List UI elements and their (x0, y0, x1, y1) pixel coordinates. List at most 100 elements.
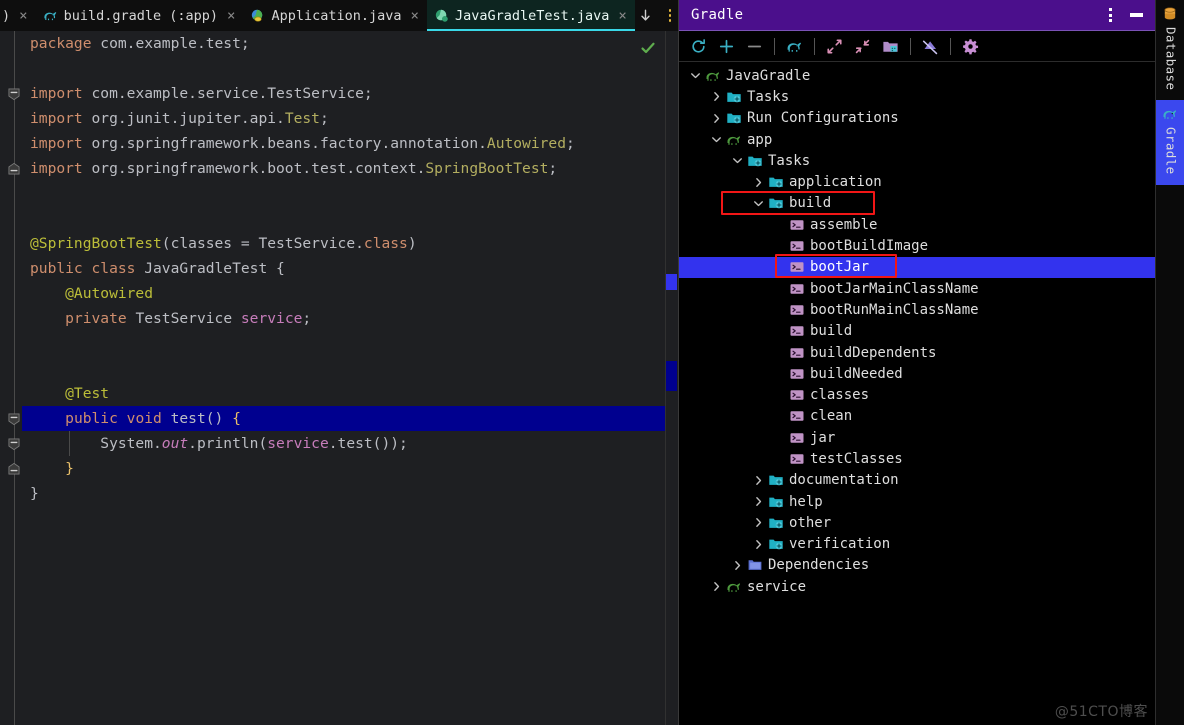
editor-tab-build-gradle-app[interactable]: build.gradle (:app)× (36, 0, 244, 31)
close-icon[interactable]: × (411, 9, 419, 23)
tree-item-assemble[interactable]: assemble (679, 214, 1155, 235)
code-token: out (162, 435, 188, 452)
tree-item-bootbuildimage[interactable]: bootBuildImage (679, 235, 1155, 256)
code-line[interactable]: } (22, 456, 678, 481)
execute-gradle-task-button[interactable] (781, 33, 808, 59)
gradle-options-kebab-button[interactable] (1097, 2, 1123, 28)
tree-item-build[interactable]: build (679, 193, 1155, 214)
chevron-right-icon[interactable] (708, 110, 724, 126)
tool-strip-button-gradle[interactable]: Gradle (1156, 100, 1184, 185)
code-line[interactable]: import com.example.service.TestService; (22, 81, 678, 106)
fold-start-marker[interactable] (6, 86, 21, 101)
gradle-project-tree[interactable]: JavaGradleTasksRun ConfigurationsappTask… (679, 62, 1155, 725)
tree-item-builddependents[interactable]: buildDependents (679, 342, 1155, 363)
tool-strip-label: Gradle (1164, 127, 1177, 175)
editor-tab-application-java[interactable]: Application.java× (243, 0, 426, 31)
tree-item-application[interactable]: application (679, 171, 1155, 192)
tab-options-kebab-button[interactable] (659, 3, 678, 29)
expand-all-button[interactable] (821, 33, 848, 59)
chevron-down-icon[interactable] (729, 153, 745, 169)
tree-item-label: bootJarMainClassName (810, 282, 979, 296)
arrow-down-icon (638, 8, 653, 23)
chevron-right-icon[interactable] (729, 557, 745, 573)
code-line[interactable] (22, 56, 678, 81)
toggle-offline-mode-plug-button[interactable] (917, 33, 944, 59)
gradle-settings-button[interactable] (957, 33, 984, 59)
code-line[interactable] (22, 181, 678, 206)
editor-gutter[interactable] (0, 31, 22, 725)
chevron-right-icon[interactable] (750, 472, 766, 488)
chevron-down-icon[interactable] (708, 132, 724, 148)
tree-item-label: bootRunMainClassName (810, 303, 979, 317)
code-line[interactable]: @Test (22, 381, 678, 406)
close-icon[interactable]: × (618, 9, 626, 23)
fold-end-marker[interactable] (6, 161, 21, 176)
tree-item-app[interactable]: app (679, 129, 1155, 150)
tree-item-help[interactable]: help (679, 491, 1155, 512)
tree-item-service[interactable]: service (679, 576, 1155, 597)
fold-start-marker[interactable] (6, 411, 21, 426)
detach-gradle-project-button[interactable] (741, 33, 768, 59)
offline-plug-icon (922, 38, 939, 55)
chevron-down-icon[interactable] (750, 195, 766, 211)
tree-item-bootjar[interactable]: bootJar (679, 257, 1155, 278)
tree-item-classes[interactable]: classes (679, 384, 1155, 405)
tree-item-clean[interactable]: clean (679, 406, 1155, 427)
tree-item-build[interactable]: build (679, 321, 1155, 342)
chevron-right-icon[interactable] (708, 89, 724, 105)
tree-item-label: Tasks (747, 90, 789, 104)
code-line[interactable]: } (22, 481, 678, 506)
tree-item-other[interactable]: other (679, 512, 1155, 533)
close-icon[interactable]: × (19, 9, 27, 23)
inspection-ok-checkmark-icon[interactable] (640, 40, 656, 56)
code-line[interactable]: System.out.println(service.test()); (22, 431, 678, 456)
toggle-offline-mode-button[interactable] (877, 33, 904, 59)
tree-item-label: verification (789, 537, 890, 551)
tree-item-documentation[interactable]: documentation (679, 470, 1155, 491)
code-token: .test()); (329, 435, 408, 452)
code-line[interactable]: private TestService service; (22, 306, 678, 331)
code-line[interactable]: @Autowired (22, 281, 678, 306)
code-line[interactable] (22, 331, 678, 356)
tool-strip-button-database[interactable]: Database (1156, 0, 1184, 100)
code-line[interactable]: package com.example.test; (22, 31, 678, 56)
code-area[interactable]: package com.example.test; import com.exam… (22, 31, 678, 725)
chevron-right-icon[interactable] (750, 174, 766, 190)
tree-item-dependencies[interactable]: Dependencies (679, 555, 1155, 576)
tree-item-testclasses[interactable]: testClasses (679, 448, 1155, 469)
chevron-right-icon[interactable] (750, 515, 766, 531)
chevron-right-icon[interactable] (750, 536, 766, 552)
editor-scrollbar[interactable] (665, 31, 678, 725)
code-line[interactable]: @SpringBootTest(classes = TestService.cl… (22, 231, 678, 256)
editor-tab-clipped[interactable]: )× (0, 0, 36, 31)
chevron-right-icon[interactable] (750, 494, 766, 510)
code-line[interactable]: public void test() { (22, 406, 678, 431)
code-line[interactable] (22, 206, 678, 231)
fold-end-marker[interactable] (6, 461, 21, 476)
close-icon[interactable]: × (227, 9, 235, 23)
code-line[interactable]: public class JavaGradleTest { (22, 256, 678, 281)
scroll-down-tabs-button[interactable] (635, 3, 657, 29)
tree-item-jar[interactable]: jar (679, 427, 1155, 448)
tree-item-run-configurations[interactable]: Run Configurations (679, 108, 1155, 129)
tree-item-tasks[interactable]: Tasks (679, 86, 1155, 107)
tree-item-label: testClasses (810, 452, 903, 466)
code-line[interactable] (22, 356, 678, 381)
fold-start-marker[interactable] (6, 436, 21, 451)
minimize-tool-window-button[interactable] (1123, 2, 1149, 28)
add-gradle-project-button[interactable] (713, 33, 740, 59)
tree-item-bootrunmainclassname[interactable]: bootRunMainClassName (679, 299, 1155, 320)
code-line[interactable]: import org.springframework.beans.factory… (22, 131, 678, 156)
collapse-all-button[interactable] (849, 33, 876, 59)
tree-item-javagradle[interactable]: JavaGradle (679, 65, 1155, 86)
code-line[interactable]: import org.junit.jupiter.api.Test; (22, 106, 678, 131)
tree-item-verification[interactable]: verification (679, 534, 1155, 555)
tree-item-bootjarmainclassname[interactable]: bootJarMainClassName (679, 278, 1155, 299)
chevron-right-icon[interactable] (708, 579, 724, 595)
code-line[interactable]: import org.springframework.boot.test.con… (22, 156, 678, 181)
refresh-all-gradle-projects-button[interactable] (685, 33, 712, 59)
editor-tab-javagradletest-java[interactable]: JavaGradleTest.java× (427, 0, 635, 31)
chevron-down-icon[interactable] (687, 68, 703, 84)
tree-item-buildneeded[interactable]: buildNeeded (679, 363, 1155, 384)
tree-item-tasks[interactable]: Tasks (679, 150, 1155, 171)
